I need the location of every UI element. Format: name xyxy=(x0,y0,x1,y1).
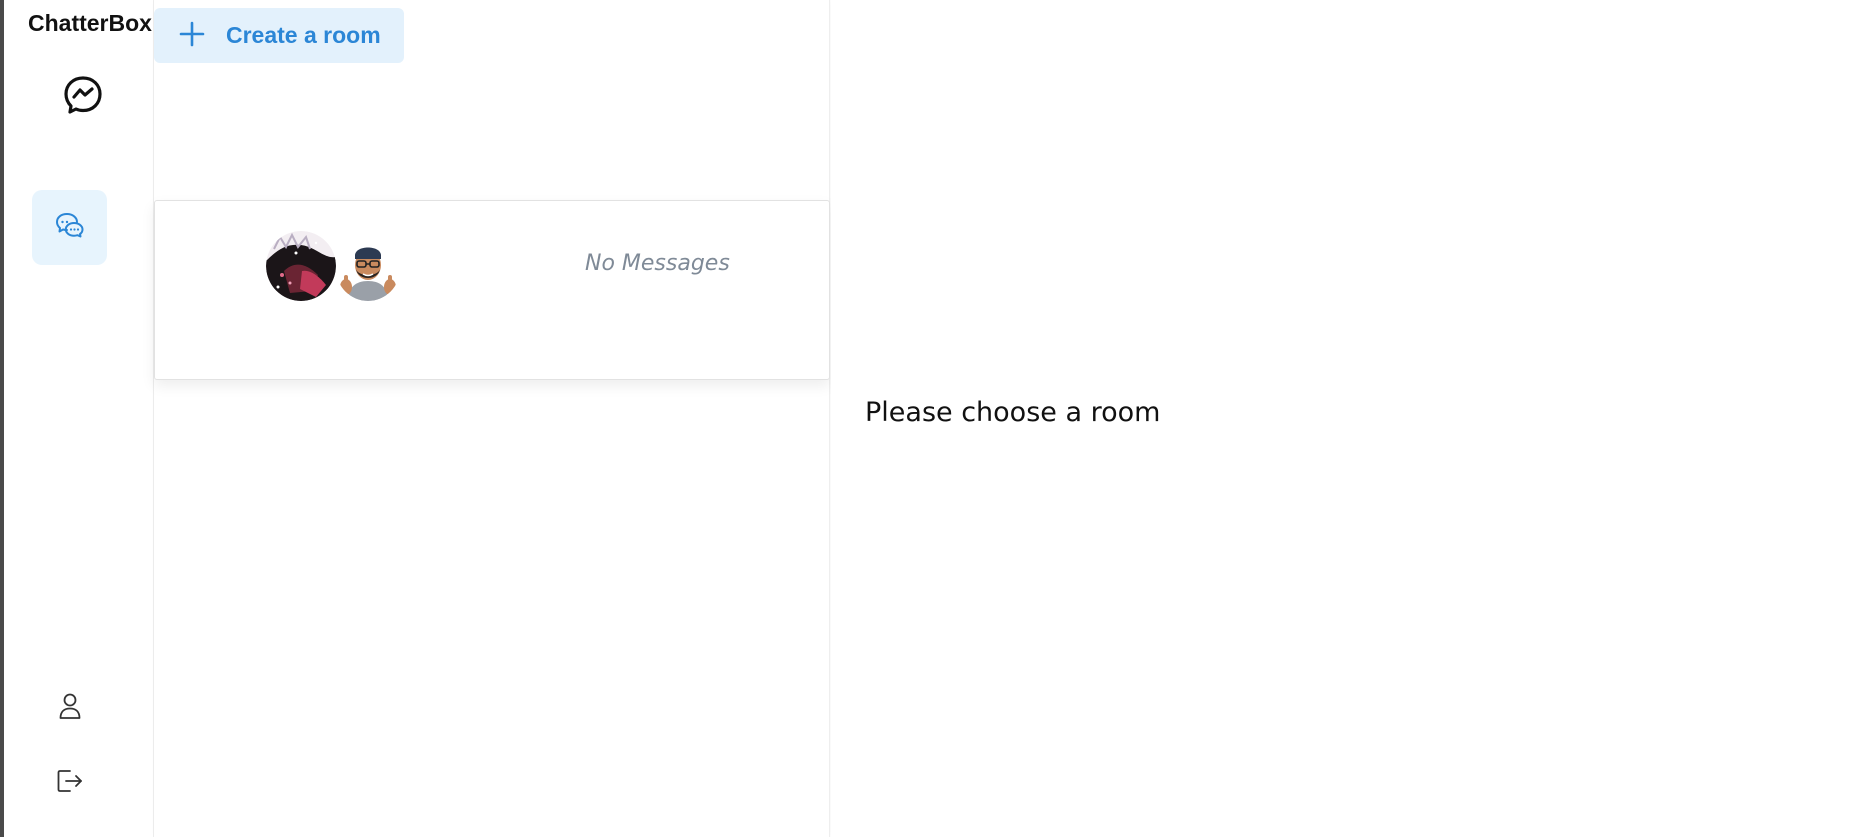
nav-logout-button[interactable] xyxy=(52,765,88,801)
room-list-item[interactable]: No Messages xyxy=(154,200,830,380)
empty-state-message: Please choose a room xyxy=(865,397,1161,428)
room-list-panel: Create a room No Messages xyxy=(154,0,830,837)
chat-main-area: Please choose a room xyxy=(831,0,1849,837)
nav-rail: ChatterBox xyxy=(4,0,154,837)
avatar xyxy=(266,231,336,301)
app-window: ChatterBox Create a room No Messages Ple… xyxy=(0,0,1849,837)
chat-bubbles-icon xyxy=(55,212,85,243)
nav-profile-button[interactable] xyxy=(52,690,88,726)
avatar xyxy=(336,237,400,301)
create-room-button[interactable]: Create a room xyxy=(154,8,404,63)
user-icon xyxy=(58,692,82,725)
plus-icon xyxy=(178,20,206,51)
room-last-message: No Messages xyxy=(585,251,730,276)
nav-chats-button[interactable] xyxy=(32,190,107,265)
logout-icon xyxy=(56,768,84,799)
messenger-bubble-icon xyxy=(62,74,104,116)
create-room-label: Create a room xyxy=(226,22,381,48)
brand-title: ChatterBox xyxy=(28,10,152,36)
